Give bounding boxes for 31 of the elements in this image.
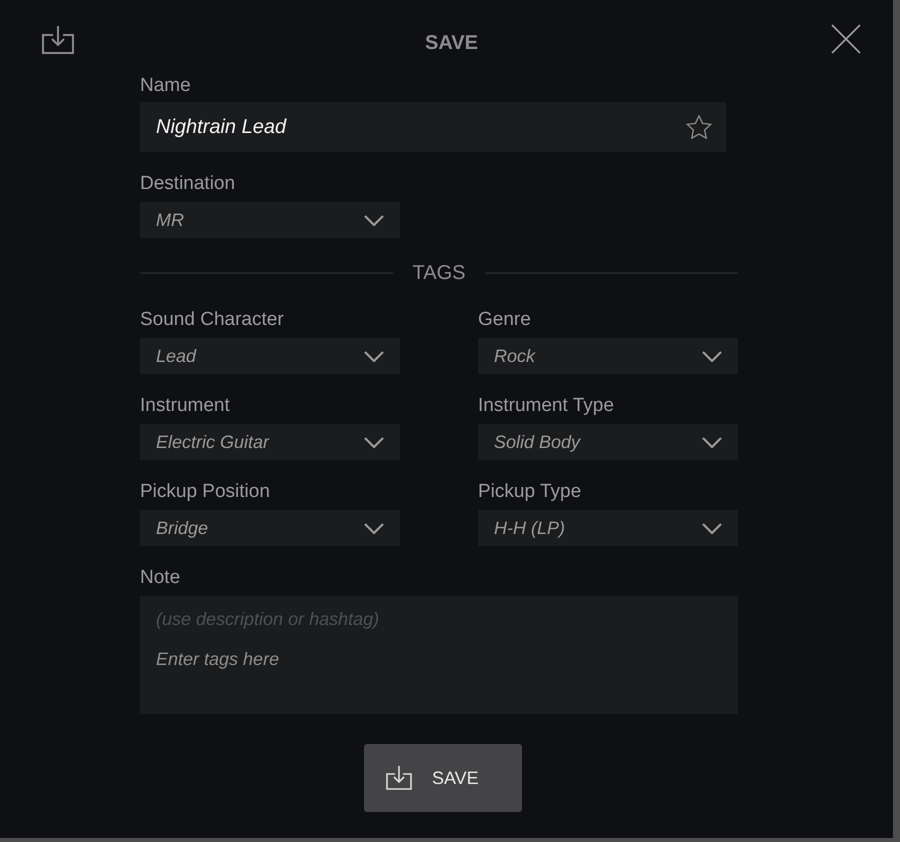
chevron-down-icon [364,522,384,534]
dropdown[interactable]: Lead [140,338,400,374]
section-heading: TAGS [412,261,466,285]
dropdown[interactable]: Rock [478,338,738,374]
save-button[interactable]: SAVE [364,744,522,812]
chevron-down-icon [364,436,384,448]
dropdown[interactable]: Electric Guitar [140,424,400,460]
close-icon[interactable] [831,24,861,54]
field-label: Sound Character [140,308,284,332]
chevron-down-icon [702,350,722,362]
field-label: Name [140,74,191,98]
dropdown[interactable]: Solid Body [478,424,738,460]
dropdown[interactable]: H-H (LP) [478,510,738,546]
field-label: Note [140,566,180,590]
dropdown[interactable]: Bridge [140,510,400,546]
field-label: Pickup Position [140,480,270,504]
dialog-title: SAVE [425,31,478,55]
star-icon[interactable] [686,115,712,139]
field-label: Destination [140,172,236,196]
field-label: Genre [478,308,531,332]
chevron-down-icon [364,350,384,362]
chevron-down-icon [364,214,384,226]
dropdown[interactable]: MR [140,202,400,238]
download-icon [386,766,412,790]
chevron-down-icon [702,522,722,534]
chevron-down-icon [702,436,722,448]
field-label: Instrument [140,394,230,418]
download-icon[interactable] [42,26,74,54]
name-field[interactable]: Nightrain Lead [140,102,726,152]
field-label: Instrument Type [478,394,614,418]
field-label: Pickup Type [478,480,582,504]
